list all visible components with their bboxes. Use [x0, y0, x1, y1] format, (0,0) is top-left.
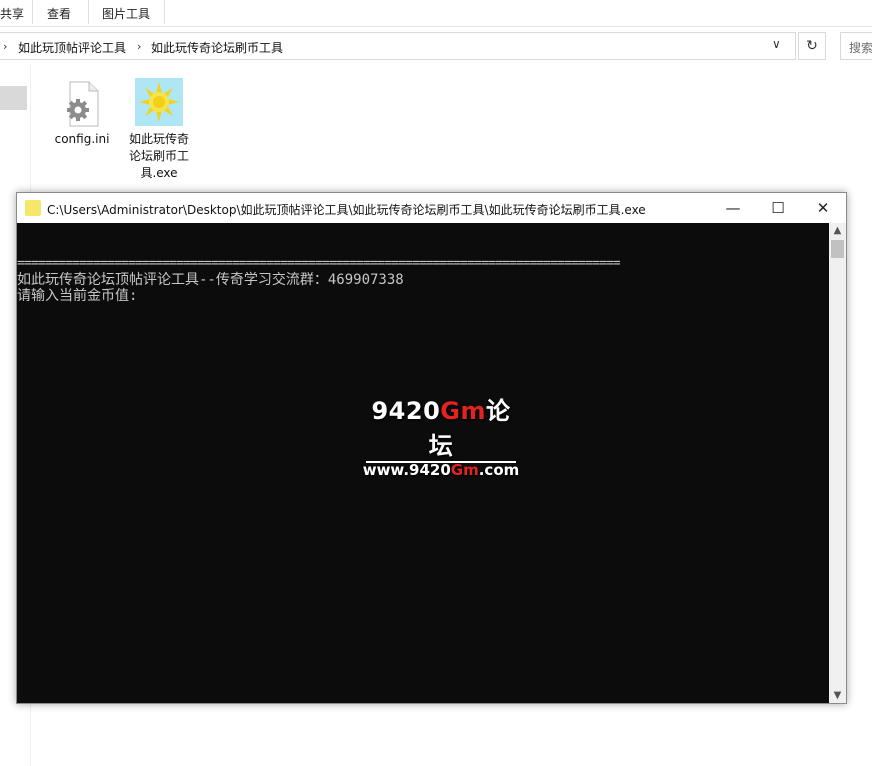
breadcrumb-separator-icon[interactable]: › — [137, 40, 141, 53]
console-output[interactable]: ========================================… — [17, 223, 829, 703]
tab-divider — [32, 0, 33, 24]
scroll-down-icon[interactable]: ▼ — [829, 690, 846, 701]
refresh-icon: ↻ — [806, 38, 818, 54]
tab-divider — [164, 0, 165, 24]
console-line-prompt: 请输入当前金币值: — [17, 288, 138, 304]
scrollbar-thumb[interactable] — [831, 240, 844, 258]
address-row: › 如此玩顶帖评论工具 › 如此玩传奇论坛刷币工具 ∨ ↻ 搜索 — [0, 27, 872, 63]
watermark-text: Gm — [440, 397, 486, 425]
console-line-separator: ========================================… — [17, 256, 621, 271]
watermark-logo: 9420Gm论坛 www.9420Gm.com — [361, 391, 521, 479]
refresh-button[interactable]: ↻ — [798, 32, 826, 60]
vertical-scrollbar[interactable]: ▲ ▼ — [829, 223, 846, 703]
console-line-header: 如此玩传奇论坛顶帖评论工具--传奇学习交流群：469907338 — [17, 272, 404, 288]
chevron-down-icon[interactable]: ∨ — [772, 37, 781, 51]
search-placeholder: 搜索 — [849, 41, 872, 55]
maximize-button[interactable]: ☐ — [755, 193, 801, 223]
watermark-url: Gm — [450, 461, 479, 479]
console-window[interactable]: C:\Users\Administrator\Desktop\如此玩顶帖评论工具… — [16, 192, 847, 704]
watermark-text: 9420 — [371, 397, 441, 425]
settings-file-icon — [67, 81, 99, 127]
tab-view[interactable]: 查看 — [47, 5, 71, 22]
watermark-url: .com — [478, 461, 520, 479]
window-title: C:\Users\Administrator\Desktop\如此玩顶帖评论工具… — [47, 203, 646, 217]
minimize-button[interactable]: — — [710, 193, 756, 223]
close-button[interactable]: ✕ — [800, 193, 846, 223]
file-item-config[interactable]: config.ini — [42, 80, 122, 148]
tab-picture-tools[interactable]: 图片工具 — [102, 5, 150, 22]
breadcrumb-separator-icon[interactable]: › — [3, 40, 7, 53]
breadcrumb-item-folder2[interactable]: 如此玩传奇论坛刷币工具 — [151, 39, 283, 56]
scroll-up-icon[interactable]: ▲ — [829, 225, 846, 236]
breadcrumb-item-folder1[interactable]: 如此玩顶帖评论工具 — [18, 39, 126, 56]
nav-selected-item[interactable] — [0, 86, 27, 110]
file-name: 如此玩传奇论坛刷币工具.exe — [128, 132, 189, 180]
sun-app-icon — [25, 200, 41, 216]
console-titlebar[interactable]: C:\Users\Administrator\Desktop\如此玩顶帖评论工具… — [17, 193, 846, 223]
file-name: config.ini — [54, 132, 110, 146]
search-input[interactable]: 搜索 — [840, 32, 872, 60]
file-item-exe[interactable]: 如此玩传奇论坛刷币工具.exe — [119, 78, 199, 182]
ribbon-tabs: 共享 查看 图片工具 — [0, 0, 872, 27]
tab-share[interactable]: 共享 — [0, 5, 24, 22]
address-bar[interactable]: › 如此玩顶帖评论工具 › 如此玩传奇论坛刷币工具 ∨ — [0, 32, 796, 60]
tab-divider — [88, 0, 89, 24]
watermark-url: www.9420 — [362, 461, 451, 479]
sun-app-icon — [135, 78, 183, 126]
